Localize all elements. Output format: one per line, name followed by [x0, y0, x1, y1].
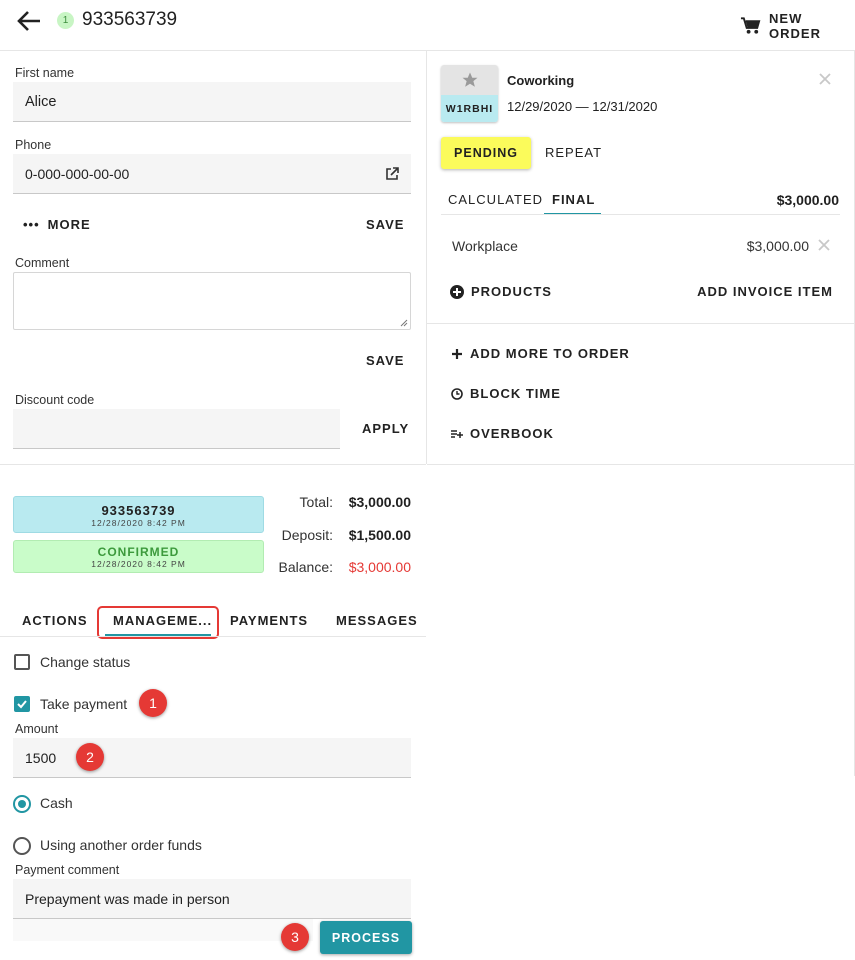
repeat-button[interactable]: REPEAT — [545, 145, 602, 160]
tab-calculated[interactable]: CALCULATED — [448, 192, 543, 207]
add-more-label: ADD MORE TO ORDER — [470, 346, 630, 361]
tab-management[interactable]: MANAGEME... — [113, 613, 212, 628]
tab-messages[interactable]: MESSAGES — [336, 613, 418, 628]
amount-input[interactable]: 1500 — [13, 738, 411, 778]
new-order-button[interactable]: NEW ORDER — [740, 11, 855, 41]
remove-item-icon[interactable] — [818, 239, 830, 251]
back-button[interactable] — [16, 10, 42, 32]
list-add-icon — [451, 429, 463, 438]
first-name-label: First name — [15, 66, 75, 80]
booking-date-range: 12/29/2020 — 12/31/2020 — [507, 99, 658, 114]
confirmed-chip: CONFIRMED 12/28/2020 8:42 PM — [13, 540, 264, 573]
order-id-chip-date: 12/28/2020 8:42 PM — [91, 518, 186, 528]
change-status-label: Change status — [40, 654, 131, 670]
more-label: MORE — [47, 217, 91, 232]
deposit-label: Deposit: — [281, 527, 333, 543]
confirmed-status: CONFIRMED — [97, 545, 180, 559]
booking-tabs-divider — [441, 214, 840, 215]
step-badge: 1 — [57, 12, 74, 29]
item-price: $3,000.00 — [746, 238, 809, 254]
item-name: Workplace — [452, 238, 518, 254]
column-divider — [426, 51, 427, 464]
pending-button[interactable]: PENDING — [441, 137, 531, 169]
plus-icon — [452, 348, 462, 359]
block-time-label: BLOCK TIME — [470, 386, 561, 401]
more-button[interactable]: ••• MORE — [23, 217, 91, 232]
apply-discount-button[interactable]: APPLY — [362, 421, 409, 436]
overbook-label: OVERBOOK — [470, 426, 554, 441]
cart-icon — [740, 17, 761, 34]
total-label: Total: — [299, 494, 333, 510]
total-value: $3,000.00 — [348, 494, 411, 510]
phone-value: 0-000-000-00-00 — [25, 165, 130, 182]
close-icon[interactable] — [819, 73, 831, 85]
resource-code: W1RBHI — [441, 95, 498, 122]
cash-radio[interactable] — [13, 795, 31, 813]
tab-final[interactable]: FINAL — [552, 192, 595, 207]
payment-comment-input[interactable]: Prepayment was made in person — [13, 879, 411, 919]
check-icon — [17, 700, 27, 709]
order-id-chip-number: 933563739 — [101, 503, 176, 518]
plus-circle-icon — [450, 284, 464, 299]
other-funds-radio[interactable] — [13, 837, 31, 855]
resize-handle-icon[interactable] — [400, 319, 408, 327]
take-payment-checkbox[interactable] — [14, 696, 30, 712]
amount-label: Amount — [15, 722, 59, 736]
right-section-divider-1 — [427, 323, 854, 324]
arrow-left-icon — [17, 11, 40, 31]
phone-field[interactable]: 0-000-000-00-00 — [13, 154, 411, 194]
order-id-chip: 933563739 12/28/2020 8:42 PM — [13, 496, 264, 533]
order-number-title: 933563739 — [82, 9, 178, 30]
add-invoice-item-button[interactable]: ADD INVOICE ITEM — [697, 284, 833, 299]
more-dots-icon: ••• — [23, 217, 40, 232]
add-more-to-order-button[interactable]: ADD MORE TO ORDER — [451, 346, 630, 361]
tab-actions[interactable]: ACTIONS — [22, 613, 88, 628]
phone-label: Phone — [15, 138, 52, 152]
discount-input[interactable] — [13, 409, 340, 449]
star-icon — [462, 72, 477, 87]
cash-label: Cash — [40, 795, 73, 811]
change-status-checkbox[interactable] — [14, 654, 30, 670]
first-name-field[interactable]: Alice — [13, 82, 411, 122]
resource-thumbnail: W1RBHI — [441, 65, 498, 122]
comment-textarea[interactable] — [13, 272, 411, 330]
other-funds-label: Using another order funds — [40, 837, 202, 853]
save-comment-button[interactable]: SAVE — [366, 353, 404, 368]
resource-name: Coworking — [507, 73, 575, 88]
tabs-divider — [0, 636, 426, 637]
new-order-label: NEW ORDER — [769, 11, 821, 41]
discount-label: Discount code — [15, 393, 95, 407]
overbook-button[interactable]: OVERBOOK — [450, 426, 554, 441]
confirmed-date: 12/28/2020 8:42 PM — [91, 559, 186, 569]
booking-total: $3,000.00 — [776, 192, 839, 208]
annotation-badge-3: 3 — [281, 923, 309, 951]
left-section-divider — [0, 464, 426, 465]
take-payment-label: Take payment — [40, 696, 128, 712]
clock-icon — [451, 387, 463, 400]
annotation-badge-2: 2 — [76, 743, 104, 771]
tab-payments[interactable]: PAYMENTS — [230, 613, 308, 628]
payment-comment-extension — [13, 919, 313, 941]
comment-label: Comment — [15, 256, 70, 270]
balance-label: Balance: — [278, 559, 333, 575]
products-button[interactable]: PRODUCTS — [450, 284, 552, 299]
annotation-badge-1: 1 — [139, 689, 167, 717]
block-time-button[interactable]: BLOCK TIME — [451, 386, 561, 401]
process-button[interactable]: PROCESS — [320, 921, 412, 954]
products-label: PRODUCTS — [471, 284, 552, 299]
deposit-value: $1,500.00 — [348, 527, 411, 543]
resource-image-placeholder — [441, 65, 498, 95]
header-divider — [0, 50, 855, 51]
right-section-divider-2 — [427, 464, 854, 465]
save-customer-button[interactable]: SAVE — [366, 217, 404, 232]
external-link-icon[interactable] — [385, 166, 399, 181]
balance-value: $3,000.00 — [348, 559, 411, 575]
payment-comment-label: Payment comment — [15, 863, 120, 877]
